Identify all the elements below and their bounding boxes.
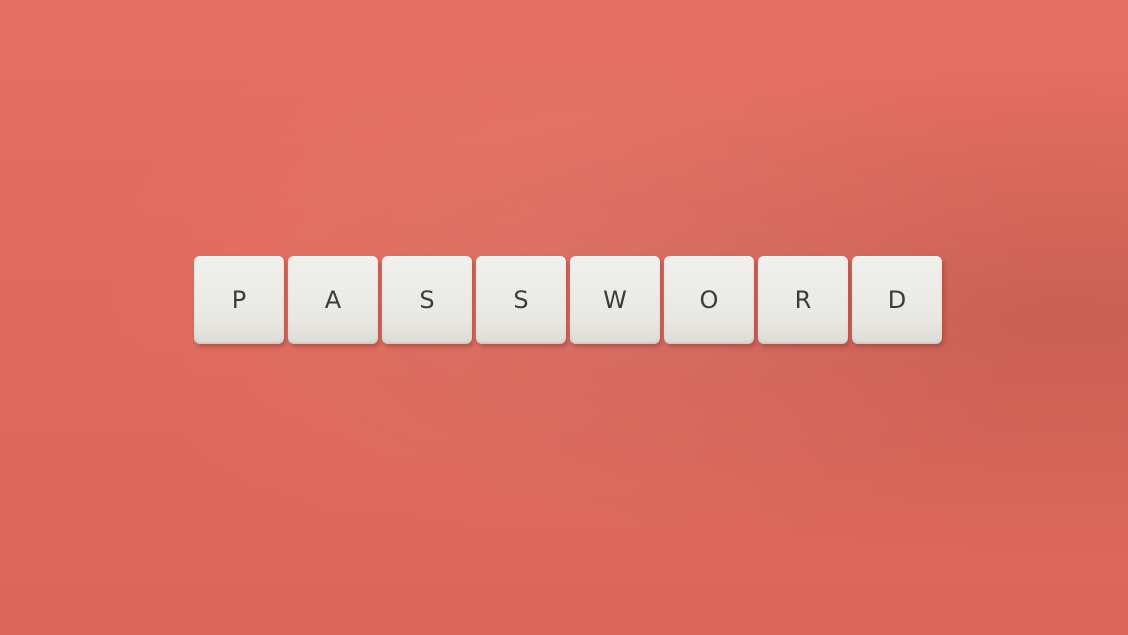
keycap-tile: P bbox=[194, 256, 284, 344]
keycap-tile: A bbox=[288, 256, 378, 344]
coral-background: P A S S W O R D bbox=[0, 0, 1128, 635]
keycap-tile: D bbox=[852, 256, 942, 344]
keycap-tile-row: P A S S W O R D bbox=[194, 256, 942, 344]
keycap-tile: R bbox=[758, 256, 848, 344]
keycap-tile: S bbox=[382, 256, 472, 344]
keycap-tile: S bbox=[476, 256, 566, 344]
keycap-tile: O bbox=[664, 256, 754, 344]
keycap-letter: W bbox=[603, 286, 627, 314]
keycap-tile: W bbox=[570, 256, 660, 344]
keycap-letter: P bbox=[231, 286, 247, 314]
keycap-letter: S bbox=[419, 286, 435, 314]
keycap-letter: O bbox=[699, 286, 719, 314]
keycap-letter: D bbox=[887, 286, 907, 314]
keycap-letter: R bbox=[794, 286, 812, 314]
keycap-letter: A bbox=[324, 286, 342, 314]
keycap-letter: S bbox=[513, 286, 529, 314]
